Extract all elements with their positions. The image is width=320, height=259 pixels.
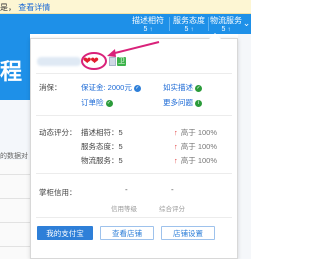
accurate-description-item[interactable]: 如实描述 ✓ xyxy=(163,82,202,93)
overall-score-value: - xyxy=(171,185,174,194)
arrow-up-icon: ↑ xyxy=(190,27,194,33)
more-questions-item[interactable]: 更多问题 i xyxy=(163,97,202,108)
info-circle-icon: i xyxy=(195,99,202,107)
credit-level-label: 信用等级 xyxy=(111,206,137,213)
divider xyxy=(36,173,232,174)
check-circle-icon: ✓ xyxy=(195,84,202,92)
overall-score-label: 综合评分 xyxy=(159,206,185,213)
accurate-description-text: 如实描述 xyxy=(163,83,193,92)
score-description-compare-text: 高于 100% xyxy=(180,128,218,137)
shop-settings-button[interactable]: 店铺设置 xyxy=(161,226,215,240)
page-right-panel xyxy=(238,34,251,259)
consumer-protection-label: 消保： xyxy=(39,83,62,92)
my-alipay-button[interactable]: 我的支付宝 xyxy=(37,226,93,240)
table-row-divider xyxy=(0,222,30,223)
shop-stats-bar: 描述相符 5 ↑ 服务态度 5 ↑ 物流服务 5 ↑ ⌄ xyxy=(0,14,251,34)
divider xyxy=(36,115,232,116)
check-circle-icon: ✓ xyxy=(133,84,141,92)
divider xyxy=(36,73,232,74)
table-row-divider xyxy=(0,198,30,199)
deposit-item[interactable]: 保证金: 2000元 ✓ xyxy=(81,82,141,93)
score-service-compare-text: 高于 100% xyxy=(180,142,218,151)
stat-description-label: 描述相符 xyxy=(132,16,164,25)
shop-name-blurred xyxy=(37,57,81,66)
score-description-compare: ↑ 高于 100% xyxy=(174,127,217,138)
stat-service[interactable]: 服务态度 5 ↑ xyxy=(171,16,207,35)
arrow-up-icon: ↑ xyxy=(227,27,231,33)
page-table xyxy=(0,160,30,259)
credit-level-value: - xyxy=(125,185,128,194)
order-insurance-text: 订单险 xyxy=(81,98,104,107)
table-row-divider xyxy=(0,174,30,175)
divider xyxy=(36,217,232,218)
page-side-label: 的数据对 xyxy=(0,153,28,160)
score-service: 服务态度：5 xyxy=(81,142,123,151)
chevron-down-icon[interactable]: ⌄ xyxy=(242,19,251,28)
stat-logistics-label: 物流服务 xyxy=(210,16,242,25)
seller-credit-label: 掌柜信用： xyxy=(39,188,77,197)
notice-bar: 是， 查看详情 xyxy=(0,0,251,14)
deposit-text: 保证金: 2000元 xyxy=(81,83,132,92)
page-title-fragment: 程 xyxy=(0,60,23,85)
arrow-up-icon: ↑ xyxy=(174,142,178,151)
view-shop-button[interactable]: 查看店铺 xyxy=(100,226,154,240)
more-questions-text: 更多问题 xyxy=(163,98,193,107)
notice-message: 是 xyxy=(0,3,8,12)
stat-description[interactable]: 描述相符 5 ↑ xyxy=(128,16,168,35)
popup-caret xyxy=(209,33,221,39)
score-description: 描述相符：5 xyxy=(81,128,123,137)
score-service-compare: ↑ 高于 100% xyxy=(174,141,217,152)
arrow-up-icon: ↑ xyxy=(174,156,178,165)
arrow-up-icon: ↑ xyxy=(149,27,153,33)
score-logistics: 物流服务：5 xyxy=(81,156,123,165)
notice-link[interactable]: 查看详情 xyxy=(18,3,50,12)
arrow-annotation-icon xyxy=(107,41,160,57)
stat-logistics-value: 5 xyxy=(221,26,226,33)
arrow-up-icon: ↑ xyxy=(174,128,178,137)
order-insurance-item[interactable]: 订单险 ✓ xyxy=(81,97,113,108)
stat-divider xyxy=(208,17,209,31)
stat-description-value: 5 xyxy=(143,26,148,33)
notice-text: 是， 查看详情 xyxy=(0,3,51,12)
stat-service-value: 5 xyxy=(184,26,189,33)
score-logistics-compare-text: 高于 100% xyxy=(180,156,218,165)
check-circle-icon: ✓ xyxy=(105,99,113,107)
score-logistics-compare: ↑ 高于 100% xyxy=(174,155,217,166)
dynamic-score-label: 动态评分： xyxy=(39,128,77,137)
stat-divider xyxy=(169,17,170,31)
stat-service-label: 服务态度 xyxy=(173,16,205,25)
shop-info-popup: ❤❤ 卫 消保： 保证金: 2000元 ✓ 如实描述 ✓ 订单险 ✓ 更多问题 i 动态… xyxy=(30,33,238,259)
table-row-divider xyxy=(0,246,30,247)
